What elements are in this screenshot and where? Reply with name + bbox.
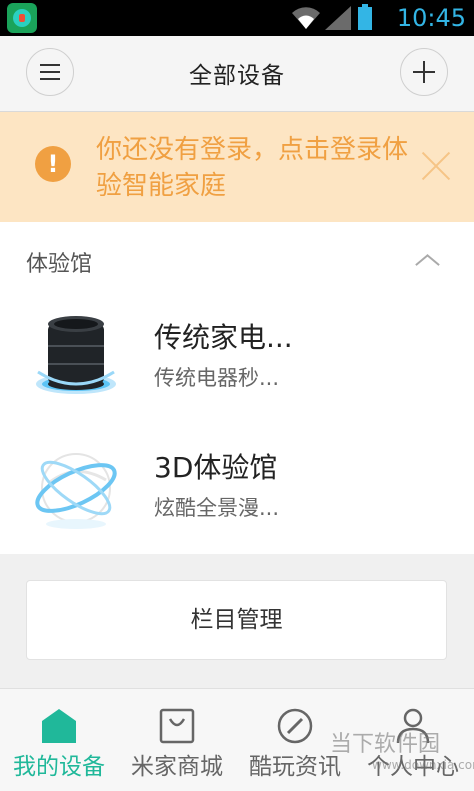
section-title: 体验馆 [26,252,93,277]
watermark-text: 当下软件园 [330,732,441,757]
login-prompt-text[interactable]: 你还没有登录，点击登录体验智能家庭 [96,132,426,204]
tab-mi-store[interactable]: 米家商城 [118,689,236,791]
app-header: 全部设备 [0,36,474,112]
login-banner[interactable]: ! 你还没有登录，点击登录体验智能家庭 [0,112,474,222]
app-notification-icon [7,3,37,33]
battery-icon [358,4,372,30]
add-device-button[interactable] [400,48,448,96]
manage-columns-button[interactable]: 栏目管理 [26,580,447,660]
item-title: 传统家电... [154,321,293,354]
signal-icon [325,6,351,30]
tab-my-devices[interactable]: 我的设备 [0,689,118,791]
list-item-traditional-appliances[interactable]: 传统家电... 传统电器秒... [0,312,474,422]
tab-label: 我的设备 [13,754,105,780]
watermark-url: www.downxia.com [372,758,474,772]
status-bar: 10:45 [0,0,474,36]
status-clock: 10:45 [396,4,466,32]
warning-icon: ! [35,146,71,182]
sphere-icon [35,453,117,529]
plus-icon [413,61,435,83]
item-subtitle: 传统电器秒... [154,366,280,390]
experience-section: 体验馆 传统家电... 传统电器秒... 3D体验馆 炫酷全景漫... [0,222,474,554]
close-icon[interactable] [420,150,452,182]
shopping-bag-icon [159,708,195,744]
tab-label: 米家商城 [131,754,223,780]
list-item-3d-hall[interactable]: 3D体验馆 炫酷全景漫... [0,442,474,552]
home-icon [42,709,76,743]
compass-icon [277,708,313,744]
chevron-up-icon[interactable] [414,252,440,268]
item-subtitle: 炫酷全景漫... [154,496,280,520]
speaker-icon [36,316,116,394]
item-title: 3D体验馆 [154,451,278,484]
wifi-icon [292,7,320,30]
